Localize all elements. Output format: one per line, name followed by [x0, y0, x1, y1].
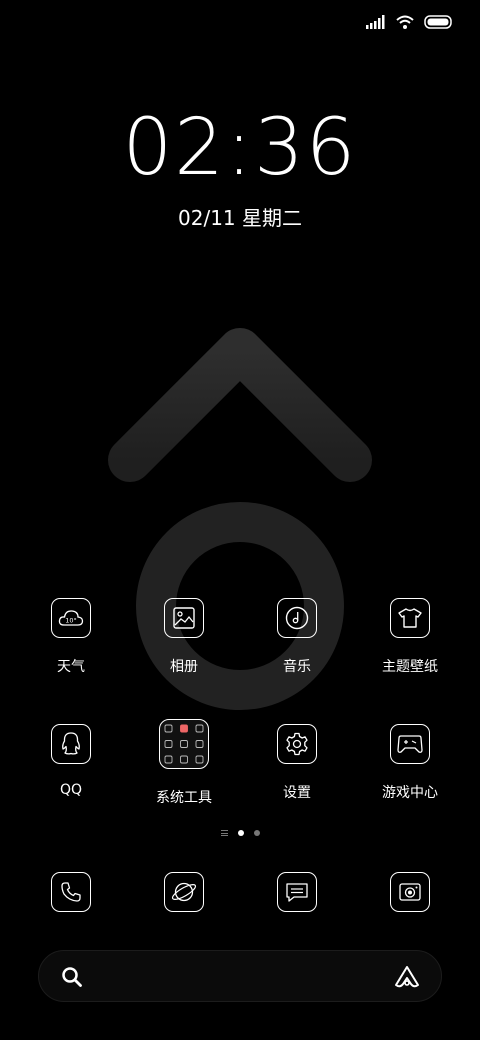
app-label: 主题壁纸 — [382, 659, 438, 675]
weather-temp: 10° — [65, 617, 77, 625]
dock-camera[interactable] — [354, 872, 466, 912]
app-game-center[interactable]: 游戏中心 — [354, 724, 466, 802]
app-system-tools-folder[interactable]: 系统工具 — [128, 719, 240, 807]
camera-icon — [390, 872, 430, 912]
themes-icon — [390, 598, 430, 638]
phone-icon — [51, 872, 91, 912]
assistant-icon[interactable] — [393, 964, 421, 990]
dock-phone[interactable] — [15, 872, 127, 912]
app-settings[interactable]: 设置 — [241, 724, 353, 802]
page-dot-active — [237, 830, 244, 836]
page-dot — [253, 830, 260, 836]
app-label: QQ — [59, 782, 83, 798]
system-tools-folder-icon — [159, 719, 209, 769]
lockscreen-date: 02/11 星期二 — [178, 206, 302, 230]
messages-icon — [277, 872, 317, 912]
music-icon — [277, 598, 317, 638]
dock-messages[interactable] — [241, 872, 353, 912]
status-bar — [366, 12, 454, 32]
search-icon[interactable] — [61, 966, 83, 988]
weather-icon: 10° — [51, 598, 91, 638]
app-label: 相册 — [170, 659, 198, 675]
app-qq[interactable]: QQ — [15, 724, 127, 798]
battery-icon — [424, 15, 452, 29]
page-indicator-menu — [220, 830, 228, 836]
app-label: 系统工具 — [156, 790, 212, 806]
app-label: 设置 — [283, 785, 311, 801]
signal-icon — [366, 15, 385, 29]
app-themes[interactable]: 主题壁纸 — [354, 598, 466, 676]
app-music[interactable]: 音乐 — [241, 598, 353, 676]
settings-icon — [277, 724, 317, 764]
gallery-icon — [164, 598, 204, 638]
app-label: 游戏中心 — [382, 785, 438, 801]
wifi-icon — [396, 15, 414, 29]
lockscreen-clock: 02:36 — [122, 103, 358, 193]
dock-browser[interactable] — [128, 872, 240, 912]
search-bar[interactable] — [38, 950, 442, 1002]
app-label: 天气 — [57, 659, 85, 675]
app-weather[interactable]: 10° 天气 — [15, 598, 127, 676]
app-gallery[interactable]: 相册 — [128, 598, 240, 676]
browser-icon — [164, 872, 204, 912]
page-indicator[interactable] — [0, 830, 480, 836]
app-label: 音乐 — [283, 659, 311, 675]
game-center-icon — [390, 724, 430, 764]
qq-icon — [51, 724, 91, 764]
